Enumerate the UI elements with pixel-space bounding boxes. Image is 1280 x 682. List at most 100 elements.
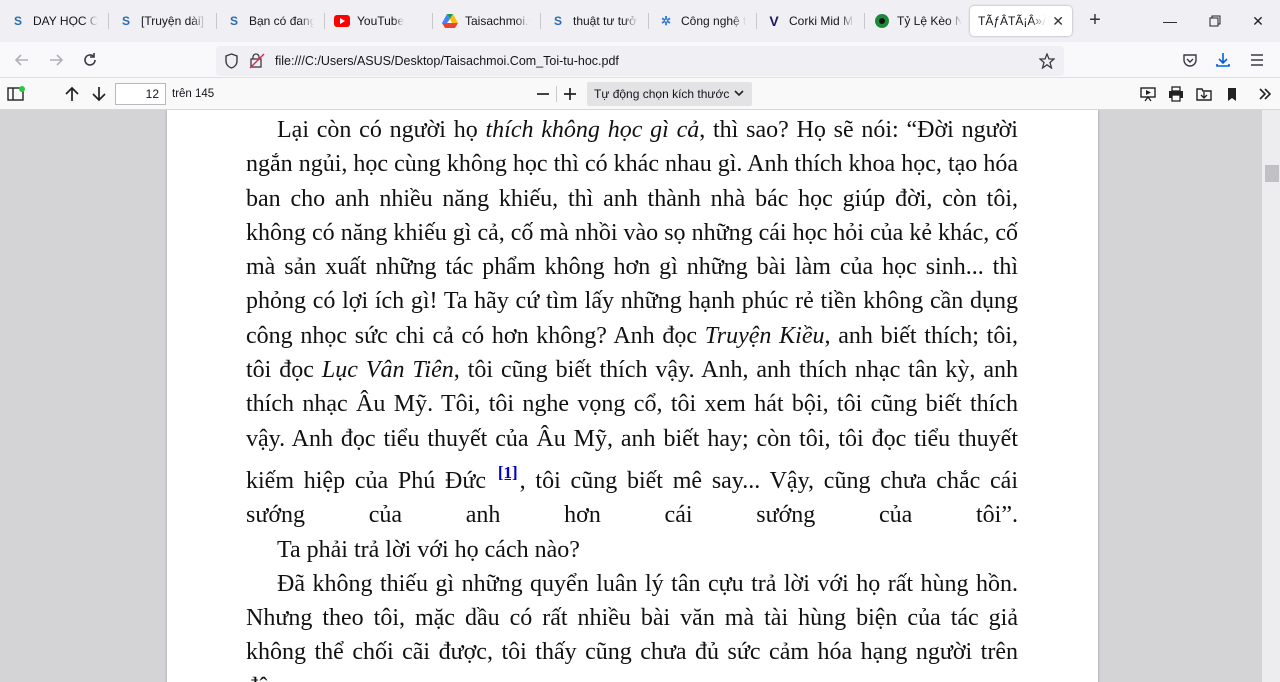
- paragraph-2: Ta phải trả lời với họ cách nào?: [277, 536, 580, 563]
- tab-0[interactable]: S DAY HỌC ON: [2, 6, 106, 36]
- tab-2[interactable]: S Bạn có đang: [218, 6, 322, 36]
- text-run: , thì sao? Họ sẽ nói: “Đời người ngắn ng…: [246, 117, 1018, 349]
- tab-5[interactable]: S thuật tư tưởn: [542, 6, 646, 36]
- bookmark-icon: [1228, 87, 1236, 101]
- pocket-icon: [1183, 54, 1197, 67]
- youtube-icon: [334, 13, 350, 29]
- tab-8[interactable]: Tỷ Lệ Kèo Nh: [866, 6, 970, 36]
- google-drive-icon: [442, 13, 458, 29]
- italic-text: Truyện Kiều: [704, 322, 825, 349]
- sidebar-toggle-icon: [7, 86, 25, 101]
- page-number-input[interactable]: 12: [115, 83, 166, 105]
- zoom-select-value: Tự động chọn kích thước: [594, 87, 730, 101]
- page-count-label: trên 145: [172, 88, 215, 100]
- url-bar[interactable]: file:///C:/Users/ASUS/Desktop/Taisachmoi…: [216, 46, 1064, 76]
- local-file-icon: [249, 53, 265, 69]
- zoom-out-button[interactable]: [530, 81, 556, 107]
- footnote-link[interactable]: [1]: [496, 463, 520, 482]
- save-button[interactable]: [1191, 81, 1217, 107]
- tab-6[interactable]: ✲ Công nghệ th: [650, 6, 754, 36]
- tab-7[interactable]: V Corki Mid Mù: [758, 6, 862, 36]
- paragraph-3: Đã không thiếu gì những quyển luân lý tâ…: [246, 570, 1018, 682]
- green-circle-icon: [874, 13, 890, 29]
- presentation-mode-button[interactable]: [1135, 81, 1161, 107]
- tab-strip: S DAY HỌC ON S [Truyện dài] N S Bạn có đ…: [0, 0, 1280, 42]
- forward-button[interactable]: [42, 46, 70, 74]
- arrow-up-icon: [65, 86, 79, 101]
- tab-separator: [108, 13, 109, 29]
- s-site-icon: S: [13, 14, 22, 28]
- zoom-select[interactable]: Tự động chọn kích thước: [587, 82, 752, 106]
- page-text: Lại còn có người họ thích không học gì c…: [246, 113, 1018, 682]
- close-window-button[interactable]: ✕: [1242, 8, 1274, 34]
- tab-separator: [216, 13, 217, 29]
- tab-9-active[interactable]: TÃƒÂ­TÃ¡Â»Âs ✕: [970, 6, 1072, 36]
- network-icon: ✲: [660, 14, 672, 28]
- pdf-toolbar: 12 trên 145 Tự động chọn kích thước: [0, 78, 1280, 110]
- zoom-in-button[interactable]: [557, 81, 583, 107]
- tab-separator: [756, 13, 757, 29]
- v-logo-icon: V: [769, 13, 779, 29]
- arrow-right-icon: [50, 54, 64, 66]
- tab-separator: [432, 13, 433, 29]
- tab-4[interactable]: Taisachmoi.C: [434, 6, 538, 36]
- tab-label: Taisachmoi.C: [465, 14, 530, 28]
- vertical-scrollbar[interactable]: [1262, 110, 1280, 682]
- navigation-bar: file:///C:/Users/ASUS/Desktop/Taisachmoi…: [0, 42, 1280, 78]
- new-tab-button[interactable]: +: [1082, 8, 1108, 34]
- tab-label: Công nghệ th: [681, 14, 746, 28]
- tab-label: Corki Mid Mù: [789, 14, 854, 28]
- italic-text: thích không học gì cả: [485, 117, 700, 143]
- bookmark-star-icon: [1039, 53, 1055, 69]
- printer-icon: [1169, 86, 1183, 102]
- presentation-icon: [1140, 87, 1156, 102]
- minus-icon: [537, 93, 549, 95]
- minimize-button[interactable]: —: [1154, 8, 1186, 34]
- tab-label: DAY HỌC ON: [33, 14, 98, 28]
- tab-separator: [540, 13, 541, 29]
- italic-text: Lục Vân Tiên: [321, 357, 454, 384]
- pocket-button[interactable]: [1176, 46, 1204, 74]
- bookmark-button[interactable]: [1219, 81, 1245, 107]
- tab-separator: [864, 13, 865, 29]
- download-icon: [1216, 53, 1230, 67]
- chevron-down-icon: [734, 82, 744, 106]
- pdf-viewer[interactable]: Lại còn có người họ thích không học gì c…: [0, 110, 1280, 682]
- sidebar-toggle-button[interactable]: [3, 81, 29, 107]
- save-icon: [1196, 88, 1212, 101]
- close-tab-icon[interactable]: ✕: [1052, 13, 1064, 30]
- text-run: Lại còn có người họ: [277, 117, 486, 143]
- scrollbar-thumb[interactable]: [1265, 165, 1279, 182]
- back-button[interactable]: [8, 46, 36, 74]
- reload-button[interactable]: [76, 46, 104, 74]
- arrow-down-icon: [92, 87, 106, 102]
- tab-label: [Truyện dài] N: [141, 14, 206, 28]
- double-chevron-right-icon: [1259, 88, 1272, 100]
- plus-icon: [564, 88, 576, 100]
- tools-menu-button[interactable]: [1252, 81, 1278, 107]
- tab-label: Bạn có đang: [249, 14, 314, 28]
- arrow-left-icon: [14, 54, 28, 66]
- tab-1[interactable]: S [Truyện dài] N: [110, 6, 214, 36]
- maximize-button[interactable]: [1199, 8, 1231, 34]
- print-button[interactable]: [1163, 81, 1189, 107]
- tab-label: thuật tư tưởn: [573, 14, 638, 28]
- hamburger-menu-icon: [1251, 54, 1263, 66]
- previous-page-button[interactable]: [59, 81, 85, 107]
- tab-label: YouTube: [357, 14, 405, 28]
- app-menu-button[interactable]: [1243, 46, 1271, 74]
- paragraph-1: Lại còn có người họ thích không học gì c…: [246, 113, 1018, 533]
- downloads-button[interactable]: [1209, 46, 1237, 74]
- reload-icon: [84, 53, 96, 66]
- tab-label: TÃƒÂ­TÃ¡Â»Âs: [978, 14, 1047, 28]
- tab-separator: [648, 13, 649, 29]
- tab-3[interactable]: YouTube: [326, 6, 430, 36]
- s-site-icon: S: [229, 14, 238, 28]
- s-site-icon: S: [121, 14, 130, 28]
- url-text: file:///C:/Users/ASUS/Desktop/Taisachmoi…: [275, 54, 619, 68]
- tracking-protection-shield-icon: [225, 53, 238, 69]
- s-site-icon: S: [553, 14, 562, 28]
- next-page-button[interactable]: [86, 81, 112, 107]
- tab-separator: [324, 13, 325, 29]
- pdf-page: Lại còn có người họ thích không học gì c…: [167, 110, 1098, 682]
